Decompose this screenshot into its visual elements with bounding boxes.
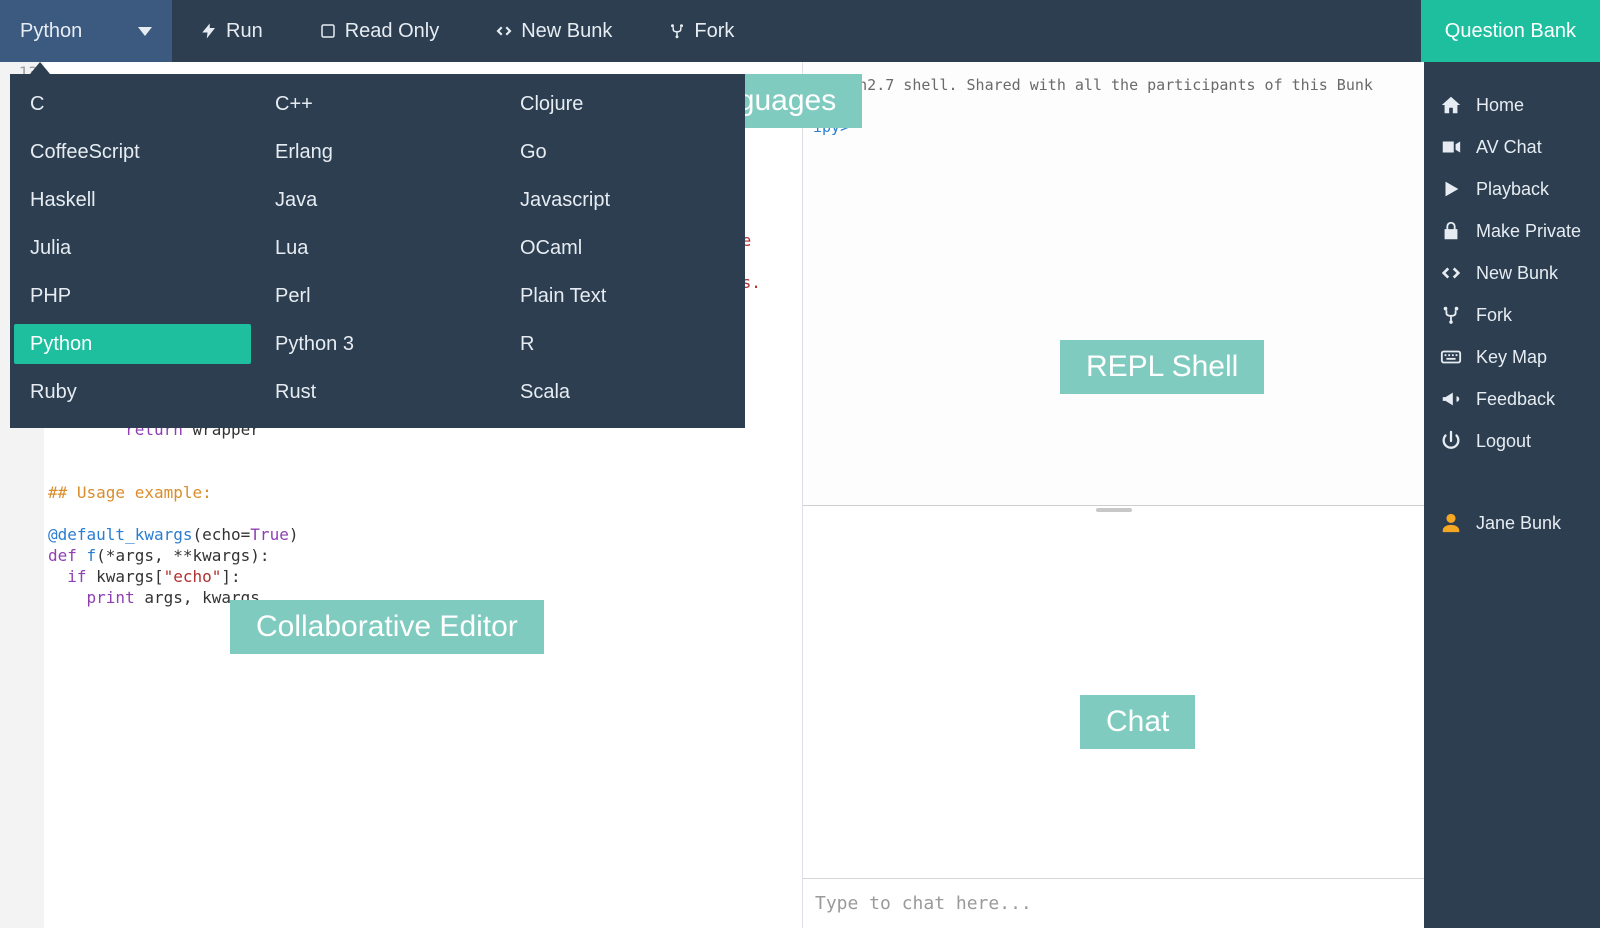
lock-icon (1440, 220, 1462, 242)
sidebar-item-key-map[interactable]: Key Map (1424, 336, 1600, 378)
read-only-label: Read Only (345, 20, 440, 43)
language-dropdown[interactable]: CC++ClojureCoffeeScriptErlangGoHaskellJa… (10, 74, 745, 428)
run-button[interactable]: Run (172, 0, 291, 62)
user-icon (1440, 512, 1462, 534)
language-option[interactable]: Lua (259, 228, 496, 268)
code-icon (1440, 262, 1462, 284)
badge-repl: REPL Shell (1060, 340, 1264, 394)
fork-icon (1440, 304, 1462, 326)
chevron-down-icon (138, 27, 152, 36)
sidebar-item-label: AV Chat (1476, 137, 1542, 158)
sidebar-item-playback[interactable]: Playback (1424, 168, 1600, 210)
language-option[interactable]: Haskell (14, 180, 251, 220)
sidebar-item-label: Playback (1476, 179, 1549, 200)
sidebar-item-label: Key Map (1476, 347, 1547, 368)
right-column: Python2.7 shell. Shared with all the par… (802, 62, 1424, 928)
language-option[interactable]: Perl (259, 276, 496, 316)
badge-chat: Chat (1080, 695, 1195, 749)
run-label: Run (226, 20, 263, 43)
sidebar-item-label: Home (1476, 95, 1524, 116)
sidebar-item-fork[interactable]: Fork (1424, 294, 1600, 336)
language-option[interactable]: Rust (259, 372, 496, 412)
sidebar-item-logout[interactable]: Logout (1424, 420, 1600, 462)
new-bunk-label: New Bunk (521, 20, 612, 43)
sidebar-user[interactable]: Jane Bunk (1424, 502, 1600, 544)
fork-button[interactable]: Fork (640, 0, 762, 62)
language-option[interactable]: Ruby (14, 372, 251, 412)
sidebar-item-home[interactable]: Home (1424, 84, 1600, 126)
power-icon (1440, 430, 1462, 452)
sidebar-item-make-private[interactable]: Make Private (1424, 210, 1600, 252)
sidebar-item-label: New Bunk (1476, 263, 1558, 284)
language-option[interactable]: OCaml (504, 228, 741, 268)
sidebar-item-av-chat[interactable]: AV Chat (1424, 126, 1600, 168)
language-option[interactable]: PHP (14, 276, 251, 316)
dropdown-caret (30, 62, 50, 74)
new-bunk-button[interactable]: New Bunk (467, 0, 640, 62)
question-bank-label: Question Bank (1445, 20, 1576, 43)
video-icon (1440, 136, 1462, 158)
repl-prompt: ipy> (813, 118, 1414, 136)
sidebar-user-name: Jane Bunk (1476, 513, 1561, 534)
sidebar-item-new-bunk[interactable]: New Bunk (1424, 252, 1600, 294)
question-bank-button[interactable]: Question Bank (1421, 0, 1600, 62)
sidebar-item-feedback[interactable]: Feedback (1424, 378, 1600, 420)
topbar-spacer (762, 0, 1420, 62)
home-icon (1440, 94, 1462, 116)
keyboard-icon (1440, 346, 1462, 368)
fork-label: Fork (694, 20, 734, 43)
language-option[interactable]: C++ (259, 84, 496, 124)
language-select-label: Python (20, 20, 82, 43)
chat-placeholder: Type to chat here... (815, 893, 1032, 914)
read-only-button[interactable]: Read Only (291, 0, 468, 62)
language-option[interactable]: Scala (504, 372, 741, 412)
language-option[interactable]: C (14, 84, 251, 124)
language-option[interactable]: Erlang (259, 132, 496, 172)
language-option[interactable]: Clojure (504, 84, 741, 124)
repl-pane[interactable]: Python2.7 shell. Shared with all the par… (803, 62, 1424, 506)
sidebar-item-label: Fork (1476, 305, 1512, 326)
fork-icon (668, 22, 686, 40)
language-option[interactable]: CoffeeScript (14, 132, 251, 172)
bolt-icon (200, 22, 218, 40)
pane-resize-handle[interactable] (803, 506, 1424, 514)
chat-input[interactable]: Type to chat here... (803, 878, 1424, 928)
topbar: Python Run Read Only New Bunk Fork Quest… (0, 0, 1600, 62)
badge-editor: Collaborative Editor (230, 600, 544, 654)
language-option[interactable]: Plain Text (504, 276, 741, 316)
language-option[interactable]: Python 3 (259, 324, 496, 364)
language-option[interactable]: Go (504, 132, 741, 172)
code-icon (495, 22, 513, 40)
bullhorn-icon (1440, 388, 1462, 410)
play-icon (1440, 178, 1462, 200)
sidebar-item-label: Make Private (1476, 221, 1581, 242)
language-select[interactable]: Python (0, 0, 172, 62)
language-option[interactable]: Python (14, 324, 251, 364)
language-option[interactable]: Javascript (504, 180, 741, 220)
repl-header: Python2.7 shell. Shared with all the par… (813, 76, 1414, 94)
square-icon (319, 22, 337, 40)
sidebar-gap (1424, 462, 1600, 502)
language-option[interactable]: Java (259, 180, 496, 220)
language-option[interactable]: R (504, 324, 741, 364)
sidebar-item-label: Feedback (1476, 389, 1555, 410)
sidebar-item-label: Logout (1476, 431, 1531, 452)
language-option[interactable]: Julia (14, 228, 251, 268)
sidebar: Home AV Chat Playback Make Private New Bunk F… (1424, 62, 1600, 928)
